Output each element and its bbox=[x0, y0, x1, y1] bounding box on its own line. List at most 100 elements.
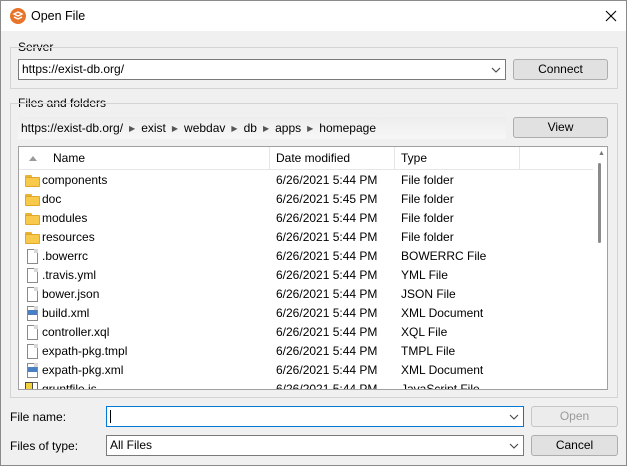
file-icon bbox=[24, 267, 41, 284]
file-name: resources bbox=[42, 230, 95, 244]
file-date: 6/26/2021 5:45 PM bbox=[276, 192, 378, 206]
list-item[interactable]: controller.xql 6/26/2021 5:44 PM XQL Fil… bbox=[19, 323, 593, 342]
cancel-button[interactable]: Cancel bbox=[531, 435, 618, 456]
column-label-date: Date modified bbox=[276, 151, 351, 165]
chevron-right-icon: ▶ bbox=[171, 123, 179, 133]
file-date: 6/26/2021 5:44 PM bbox=[276, 325, 378, 339]
file-icon bbox=[24, 324, 41, 341]
list-item[interactable]: doc 6/26/2021 5:45 PM File folder bbox=[19, 190, 593, 209]
list-item[interactable]: expath-pkg.xml 6/26/2021 5:44 PM XML Doc… bbox=[19, 361, 593, 380]
file-type-select[interactable]: All Files bbox=[106, 435, 524, 456]
text-caret bbox=[110, 410, 111, 423]
file-name: .bowerrc bbox=[42, 249, 89, 263]
breadcrumb-root[interactable]: https://exist-db.org/ bbox=[21, 121, 123, 135]
open-file-dialog: Open File Server https://exist-db.org/ C… bbox=[0, 0, 627, 466]
file-name: doc bbox=[42, 192, 62, 206]
chevron-right-icon: ▶ bbox=[231, 123, 238, 133]
app-icon bbox=[10, 8, 26, 24]
file-date: 6/26/2021 5:44 PM bbox=[276, 382, 378, 390]
file-icon bbox=[24, 343, 41, 360]
file-date: 6/26/2021 5:44 PM bbox=[276, 211, 378, 225]
file-name: build.xml bbox=[42, 306, 90, 320]
file-type: XML Document bbox=[401, 363, 484, 377]
column-label-name: Name bbox=[53, 151, 86, 165]
file-type-label: Files of type: bbox=[10, 439, 79, 453]
file-name: expath-pkg.tmpl bbox=[42, 344, 128, 358]
list-item[interactable]: gruntfile.js 6/26/2021 5:44 PM JavaScrip… bbox=[19, 380, 593, 390]
file-type: BOWERRC File bbox=[401, 249, 487, 263]
breadcrumb-homepage[interactable]: homepage bbox=[319, 121, 376, 135]
chevron-right-icon: ▶ bbox=[307, 123, 314, 133]
file-type: File folder bbox=[401, 192, 454, 206]
file-name-input[interactable] bbox=[106, 406, 524, 427]
list-item[interactable]: modules 6/26/2021 5:44 PM File folder bbox=[19, 209, 593, 228]
breadcrumb-exist[interactable]: exist bbox=[141, 121, 166, 135]
file-name: components bbox=[42, 173, 108, 187]
file-type: File folder bbox=[401, 173, 454, 187]
open-button[interactable]: Open bbox=[531, 406, 618, 427]
column-label-type: Type bbox=[401, 151, 428, 165]
javascript-file-icon bbox=[24, 381, 41, 389]
chevron-down-icon bbox=[509, 443, 519, 449]
file-icon bbox=[24, 286, 41, 303]
chevron-down-icon[interactable] bbox=[507, 407, 521, 426]
column-header-name[interactable]: Name bbox=[19, 147, 270, 170]
breadcrumb: https://exist-db.org/ ▶ exist ▶ webdav ▶… bbox=[18, 117, 506, 139]
view-button[interactable]: View bbox=[513, 117, 608, 138]
xml-file-icon bbox=[24, 362, 41, 379]
file-icon bbox=[24, 248, 41, 265]
breadcrumb-webdav[interactable]: webdav bbox=[184, 121, 225, 135]
list-item[interactable]: components 6/26/2021 5:44 PM File folder bbox=[19, 171, 593, 190]
file-date: 6/26/2021 5:44 PM bbox=[276, 268, 378, 282]
file-date: 6/26/2021 5:44 PM bbox=[276, 249, 378, 263]
file-name: controller.xql bbox=[42, 325, 110, 339]
folder-icon bbox=[24, 229, 41, 246]
file-date: 6/26/2021 5:44 PM bbox=[276, 363, 378, 377]
vertical-scrollbar[interactable]: ▲ bbox=[593, 147, 607, 389]
file-date: 6/26/2021 5:44 PM bbox=[276, 230, 378, 244]
file-date: 6/26/2021 5:44 PM bbox=[276, 173, 378, 187]
close-button[interactable] bbox=[596, 1, 626, 31]
file-date: 6/26/2021 5:44 PM bbox=[276, 344, 378, 358]
column-header-date[interactable]: Date modified bbox=[270, 147, 395, 170]
file-date: 6/26/2021 5:44 PM bbox=[276, 287, 378, 301]
scroll-up-arrow-icon[interactable]: ▲ bbox=[598, 150, 605, 157]
list-item[interactable]: resources 6/26/2021 5:44 PM File folder bbox=[19, 228, 593, 247]
file-name: expath-pkg.xml bbox=[42, 363, 124, 377]
window-title: Open File bbox=[31, 9, 86, 23]
folder-icon bbox=[24, 191, 41, 208]
list-item[interactable]: bower.json 6/26/2021 5:44 PM JSON File bbox=[19, 285, 593, 304]
list-item[interactable]: expath-pkg.tmpl 6/26/2021 5:44 PM TMPL F… bbox=[19, 342, 593, 361]
list-item[interactable]: .travis.yml 6/26/2021 5:44 PM YML File bbox=[19, 266, 593, 285]
breadcrumb-apps[interactable]: apps bbox=[275, 121, 301, 135]
file-type: File folder bbox=[401, 211, 454, 225]
chevron-right-icon: ▶ bbox=[129, 123, 136, 133]
file-type: XQL File bbox=[401, 325, 448, 339]
xml-file-icon bbox=[24, 305, 41, 322]
list-item[interactable]: .bowerrc 6/26/2021 5:44 PM BOWERRC File bbox=[19, 247, 593, 266]
file-name: gruntfile.js bbox=[42, 382, 97, 390]
chevron-down-icon bbox=[491, 67, 501, 73]
close-icon bbox=[605, 10, 617, 22]
scrollbar-thumb[interactable] bbox=[598, 163, 601, 243]
server-url-value: https://exist-db.org/ bbox=[22, 62, 125, 76]
file-type: XML Document bbox=[401, 306, 484, 320]
breadcrumb-db[interactable]: db bbox=[244, 121, 257, 135]
file-name: .travis.yml bbox=[42, 268, 96, 282]
file-type: JavaScript File bbox=[401, 382, 480, 390]
file-name-label: File name: bbox=[10, 410, 67, 424]
file-name: bower.json bbox=[42, 287, 100, 301]
file-list: Name Date modified Type components 6/26/… bbox=[18, 146, 608, 390]
file-type: YML File bbox=[401, 268, 448, 282]
file-type: JSON File bbox=[401, 287, 456, 301]
sort-ascending-icon bbox=[29, 156, 37, 161]
column-header-type[interactable]: Type bbox=[395, 147, 520, 170]
file-date: 6/26/2021 5:44 PM bbox=[276, 306, 378, 320]
server-url-combo[interactable]: https://exist-db.org/ bbox=[18, 59, 506, 80]
file-name: modules bbox=[42, 211, 88, 225]
title-bar: Open File bbox=[1, 1, 626, 31]
file-type: File folder bbox=[401, 230, 454, 244]
connect-button[interactable]: Connect bbox=[513, 59, 608, 80]
list-item[interactable]: build.xml 6/26/2021 5:44 PM XML Document bbox=[19, 304, 593, 323]
file-list-header: Name Date modified Type bbox=[19, 147, 607, 170]
